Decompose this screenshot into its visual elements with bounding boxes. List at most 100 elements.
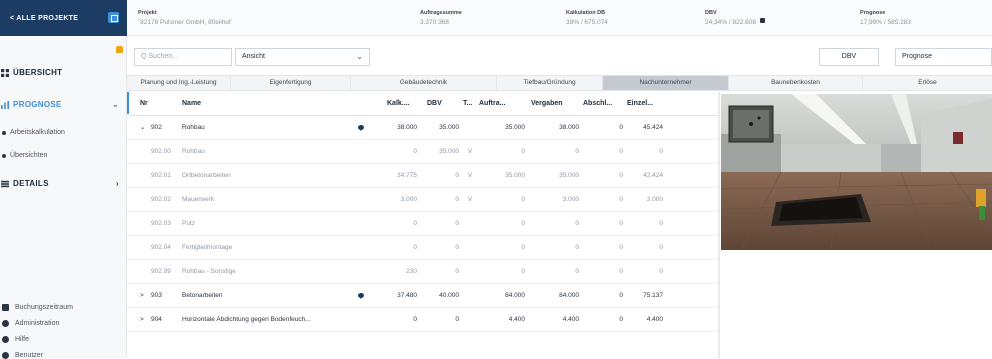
cell-dbv: 0	[427, 236, 459, 260]
nav-forecast[interactable]: PROGNOSE ⌄	[0, 100, 127, 109]
cell-single: 75.137	[627, 284, 663, 308]
sidebar-item-overviews[interactable]: Übersichten	[0, 152, 127, 159]
table-row[interactable]: 902.01 Ortbetonarbeiten 34.775 0 V 35.000 35.0…	[127, 164, 720, 188]
cell-name-text: Rohbau	[182, 148, 205, 155]
table-row[interactable]: 902.02 Mauerwerk 3.000 0 V 0 3.000 0 3.000	[127, 188, 720, 212]
calc-db-label: Kalkulation DB	[566, 10, 606, 16]
cell-contract: 0	[479, 212, 525, 236]
cell-dbv: 0	[427, 308, 459, 332]
cell-single-text: 42.424	[643, 172, 663, 179]
cell-name-text: Horizontale Abdichtung gegen Bodenfeuch.…	[182, 316, 311, 323]
tab-building-services[interactable]: Gebäudetechnik	[351, 76, 497, 90]
cell-single: 4.400	[627, 308, 663, 332]
cell-dbv: 0	[427, 212, 459, 236]
cell-calc-text: 38.000	[397, 124, 417, 131]
cell-contract-text: 0	[521, 148, 525, 155]
table-row[interactable]: 902.00 Rohbau 0 35.000 V 0 0 0 0	[127, 140, 720, 164]
tab-own-production[interactable]: Eigenfertigung	[231, 76, 351, 90]
col-header-contract[interactable]: Auftra...	[479, 92, 525, 116]
cell-calc: 230	[387, 260, 417, 284]
cell-name-text: Rohbau - Sonstige	[182, 268, 236, 275]
comment-icon[interactable]	[358, 125, 364, 131]
cell-contract-text: 4.400	[508, 316, 525, 323]
cell-contract-text: 0	[521, 196, 525, 203]
table-scrollbar[interactable]	[718, 92, 720, 358]
lock-icon[interactable]	[759, 18, 765, 23]
cell-installments: 0	[583, 164, 623, 188]
cell-single-text: 4.400	[646, 316, 663, 323]
table-row[interactable]: 902.99 Rohbau - Sonstige 230 0 0 0 0 0	[127, 260, 720, 284]
dbv-value: 24,34% / 822.608	[705, 18, 765, 28]
cell-dbv: 0	[427, 260, 459, 284]
col-header-installments[interactable]: Abschl...	[583, 92, 623, 116]
chevron-right-icon[interactable]: >	[140, 308, 148, 332]
sidebar-item-administration[interactable]: Administration	[0, 320, 127, 327]
cell-name: Rohbau	[182, 116, 362, 140]
cell-awards: 3.000	[531, 188, 579, 212]
col-header-calc[interactable]: Kalk....	[387, 92, 417, 116]
view-select[interactable]: Ansicht ⌄	[235, 48, 370, 66]
dbv-value-text: 24,34% / 822.608	[705, 19, 756, 26]
tab-subcontractors[interactable]: Nachunternehmer	[603, 76, 729, 90]
project-list-icon[interactable]	[108, 12, 119, 23]
cell-contract: 0	[479, 140, 525, 164]
sidebar-item-work-calc[interactable]: Arbeitskalkulation	[0, 129, 127, 136]
cell-single-text: 75.137	[643, 292, 663, 299]
site-photo[interactable]	[721, 94, 992, 250]
cell-dbv-text: 0	[455, 316, 459, 323]
cell-nr-text: 902.00	[151, 148, 171, 155]
cell-name-text: Rohbau	[182, 124, 205, 131]
tab-ancillary-costs[interactable]: Baunebenkosten	[729, 76, 863, 90]
col-header-single[interactable]: Einzel...	[627, 92, 663, 116]
cell-single: 42.424	[627, 164, 663, 188]
chevron-down-icon[interactable]: ⌄	[112, 100, 119, 109]
tab-planning[interactable]: Planung und Ing.-Leistung	[127, 76, 231, 90]
cell-installments: 0	[583, 308, 623, 332]
dbv-button[interactable]: DBV	[819, 48, 879, 66]
users-icon	[2, 320, 9, 327]
warning-icon[interactable]	[116, 46, 123, 53]
forecast-button[interactable]: Prognose	[895, 48, 992, 66]
nav-details[interactable]: DETAILS ›	[0, 179, 127, 188]
tab-revenues[interactable]: Erlöse	[863, 76, 992, 90]
chevron-down-icon[interactable]: ⌄	[140, 116, 148, 140]
cell-dbv-text: 0	[455, 268, 459, 275]
col-header-name[interactable]: Name	[182, 92, 362, 116]
sidebar-item-booking-period[interactable]: Buchungszeitraum	[0, 304, 127, 311]
back-label: < ALLE PROJEKTE	[10, 14, 79, 22]
table-row[interactable]: 902.04 Fertigteilmontage 0 0 0 0 0 0	[127, 236, 720, 260]
search-input[interactable]: Q Suchen...	[134, 48, 232, 66]
nav-overview-label: ÜBERSICHT	[13, 68, 63, 77]
table-row[interactable]: >903 Betonarbeiten 37.480 40.000 84.000 84.00…	[127, 284, 720, 308]
cell-dbv: 35.000	[427, 140, 459, 164]
cell-name: Putz	[182, 212, 362, 236]
cell-nr: >904	[140, 308, 180, 332]
col-header-t[interactable]: T...	[463, 92, 477, 116]
nav-overview[interactable]: ÜBERSICHT	[0, 68, 127, 77]
col-header-awards[interactable]: Vergaben	[531, 92, 579, 116]
comment-icon[interactable]	[358, 293, 364, 299]
sidebar-item-label: Arbeitskalkulation	[10, 129, 65, 136]
cell-single: 0	[627, 260, 663, 284]
cell-awards-text: 0	[575, 148, 579, 155]
chevron-right-icon[interactable]: >	[140, 284, 148, 308]
table-row[interactable]: 902.03 Putz 0 0 0 0 0 0	[127, 212, 720, 236]
col-header-dbv[interactable]: DBV	[427, 92, 459, 116]
cell-awards-text: 0	[575, 268, 579, 275]
category-tabs: Planung und Ing.-Leistung Eigenfertigung…	[127, 75, 992, 91]
cell-nr: >903	[140, 284, 180, 308]
cell-nr-text: 904	[151, 316, 162, 323]
table-row[interactable]: >904 Horizontale Abdichtung gegen Bodenfe…	[127, 308, 720, 332]
sidebar-item-help[interactable]: Hilfe	[0, 336, 127, 343]
col-header-nr[interactable]: Nr	[140, 92, 180, 116]
chevron-right-icon[interactable]: ›	[116, 179, 119, 188]
cell-nr-text: 902.04	[151, 244, 171, 251]
table-row[interactable]: ⌄ 902 Rohbau 38.000 35.000 35.000 38.000 0 45.42…	[127, 116, 720, 140]
cell-nr: 902.03	[140, 212, 180, 236]
tab-civil-engineering[interactable]: Tiefbau/Gründung	[497, 76, 603, 90]
sidebar-item-label: Buchungszeitraum	[15, 304, 73, 311]
cell-nr: 902.02	[140, 188, 180, 212]
cell-nr-text: 902	[151, 124, 162, 131]
cell-calc-text: 0	[413, 316, 417, 323]
all-projects-button[interactable]: < ALLE PROJEKTE	[0, 0, 127, 36]
